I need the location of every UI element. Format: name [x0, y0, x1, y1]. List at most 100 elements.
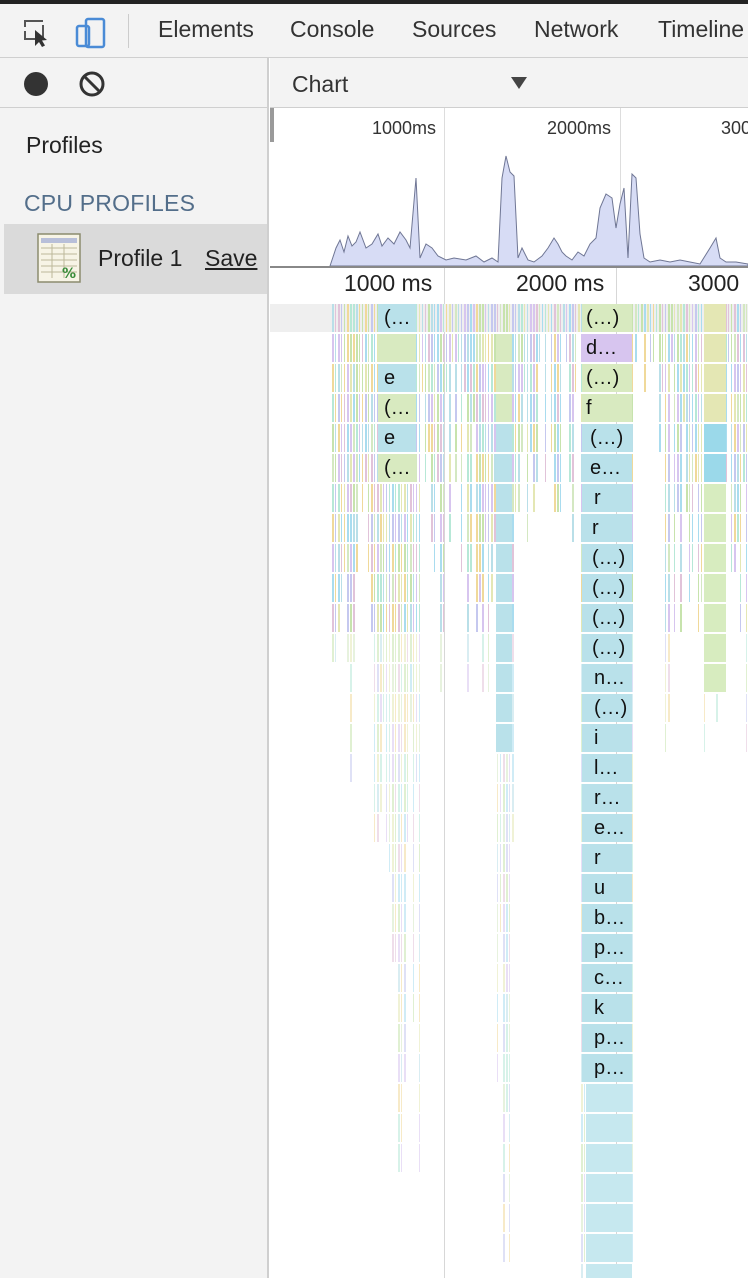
flame-frame[interactable] — [680, 514, 682, 542]
flame-frame[interactable] — [401, 844, 402, 872]
flame-frame[interactable] — [557, 484, 559, 512]
flame-frame[interactable] — [653, 334, 654, 362]
flame-frame[interactable] — [338, 334, 340, 362]
flame-frame[interactable] — [395, 754, 396, 782]
flame-frame[interactable] — [353, 364, 355, 392]
flame-frame[interactable] — [476, 304, 478, 332]
flame-frame[interactable] — [416, 544, 417, 572]
flame-frame[interactable] — [413, 694, 414, 722]
flame-frame[interactable] — [497, 1054, 498, 1082]
flame-frame[interactable] — [491, 394, 493, 422]
flame-frame[interactable] — [746, 664, 747, 692]
flame-frame[interactable] — [443, 304, 444, 332]
flame-frame[interactable] — [485, 334, 486, 362]
flame-frame[interactable] — [398, 964, 400, 992]
flame-frame[interactable] — [731, 334, 732, 362]
flame-frame[interactable] — [401, 1114, 402, 1142]
flame-frame[interactable] — [464, 364, 466, 392]
flame-frame[interactable] — [404, 874, 406, 902]
flame-frame[interactable] — [398, 634, 400, 662]
flame-frame[interactable] — [482, 454, 484, 482]
flame-frame[interactable] — [431, 484, 433, 512]
flame-frame[interactable] — [509, 904, 510, 932]
flame-frame[interactable] — [353, 544, 355, 572]
flame-frame[interactable] — [695, 364, 697, 392]
flame-frame[interactable] — [494, 424, 496, 452]
flame-frame[interactable] — [434, 514, 435, 542]
flame-frame[interactable] — [695, 394, 697, 422]
flame-frame[interactable] — [398, 514, 400, 542]
flame-frame[interactable] — [380, 754, 382, 782]
flame-frame[interactable] — [410, 544, 412, 572]
flame-frame[interactable] — [392, 544, 394, 572]
flame-frame[interactable] — [383, 664, 384, 692]
flame-frame[interactable] — [692, 364, 693, 392]
flame-frame[interactable] — [407, 634, 408, 662]
flame-frame[interactable] — [374, 334, 375, 362]
flame-frame[interactable] — [572, 424, 574, 452]
flame-frame[interactable] — [575, 334, 576, 362]
flame-frame[interactable] — [416, 604, 417, 632]
flame-frame[interactable] — [686, 364, 688, 392]
flame-frame[interactable] — [509, 934, 510, 962]
flame-frame[interactable] — [470, 514, 472, 542]
flame-frame[interactable] — [506, 304, 508, 332]
flame-frame[interactable] — [341, 364, 342, 392]
flame-frame[interactable] — [491, 304, 493, 332]
flame-frame[interactable] — [404, 544, 406, 572]
flame-frame[interactable] — [698, 304, 699, 332]
flame-frame[interactable] — [506, 1054, 508, 1082]
flame-frame[interactable] — [560, 484, 561, 512]
flame-frame[interactable] — [572, 454, 574, 482]
flame-frame[interactable] — [521, 364, 523, 392]
flame-frame[interactable] — [668, 454, 670, 482]
flame-frame[interactable] — [737, 424, 739, 452]
flame-frame[interactable] — [437, 364, 439, 392]
flame-frame[interactable] — [419, 874, 420, 902]
flame-frame[interactable] — [344, 364, 345, 392]
flame-frame[interactable] — [674, 514, 675, 542]
flame-frame[interactable] — [692, 334, 693, 362]
flame-frame[interactable] — [551, 304, 552, 332]
flame-frame[interactable] — [392, 874, 394, 902]
flame-frame[interactable] — [530, 334, 532, 362]
flame-frame[interactable] — [371, 334, 373, 362]
flame-frame[interactable] — [491, 544, 493, 572]
flame-frame[interactable] — [398, 1084, 400, 1112]
flame-frame[interactable] — [395, 724, 396, 752]
flame-frame[interactable] — [410, 664, 412, 692]
flame-frame[interactable] — [737, 364, 739, 392]
flame-frame[interactable] — [677, 454, 679, 482]
flame-frame[interactable] — [536, 364, 538, 392]
flame-frame[interactable] — [407, 514, 408, 542]
flame-frame[interactable] — [503, 904, 505, 932]
flame-frame[interactable] — [698, 424, 699, 452]
flame-frame[interactable] — [497, 304, 498, 332]
flame-frame[interactable] — [503, 1084, 505, 1112]
flame-frame[interactable] — [479, 544, 481, 572]
flame-frame[interactable] — [698, 454, 699, 482]
flame-frame[interactable] — [386, 484, 387, 512]
flame-frame[interactable] — [389, 664, 390, 692]
flame-frame[interactable] — [437, 424, 439, 452]
flame-frame[interactable] — [347, 394, 349, 422]
flame-frame[interactable] — [584, 1174, 585, 1202]
inspect-element-icon[interactable] — [22, 18, 52, 48]
record-icon[interactable] — [24, 72, 48, 96]
flame-frame[interactable] — [386, 664, 387, 692]
flame-frame[interactable] — [341, 484, 342, 512]
flame-frame[interactable] — [413, 634, 414, 662]
flame-frame[interactable] — [482, 574, 484, 602]
flame-frame[interactable] — [461, 484, 462, 512]
flame-frame[interactable] — [353, 454, 355, 482]
tab-console[interactable]: Console — [290, 16, 374, 43]
flame-frame[interactable] — [692, 394, 693, 422]
flame-frame[interactable] — [335, 634, 336, 662]
flame-frame[interactable] — [743, 454, 745, 482]
flame-frame[interactable] — [365, 334, 367, 362]
flame-frame[interactable] — [740, 604, 741, 632]
flame-frame[interactable] — [365, 424, 367, 452]
flame-frame[interactable] — [632, 904, 633, 932]
flame-frame[interactable] — [344, 514, 345, 542]
flame-frame[interactable] — [539, 334, 540, 362]
